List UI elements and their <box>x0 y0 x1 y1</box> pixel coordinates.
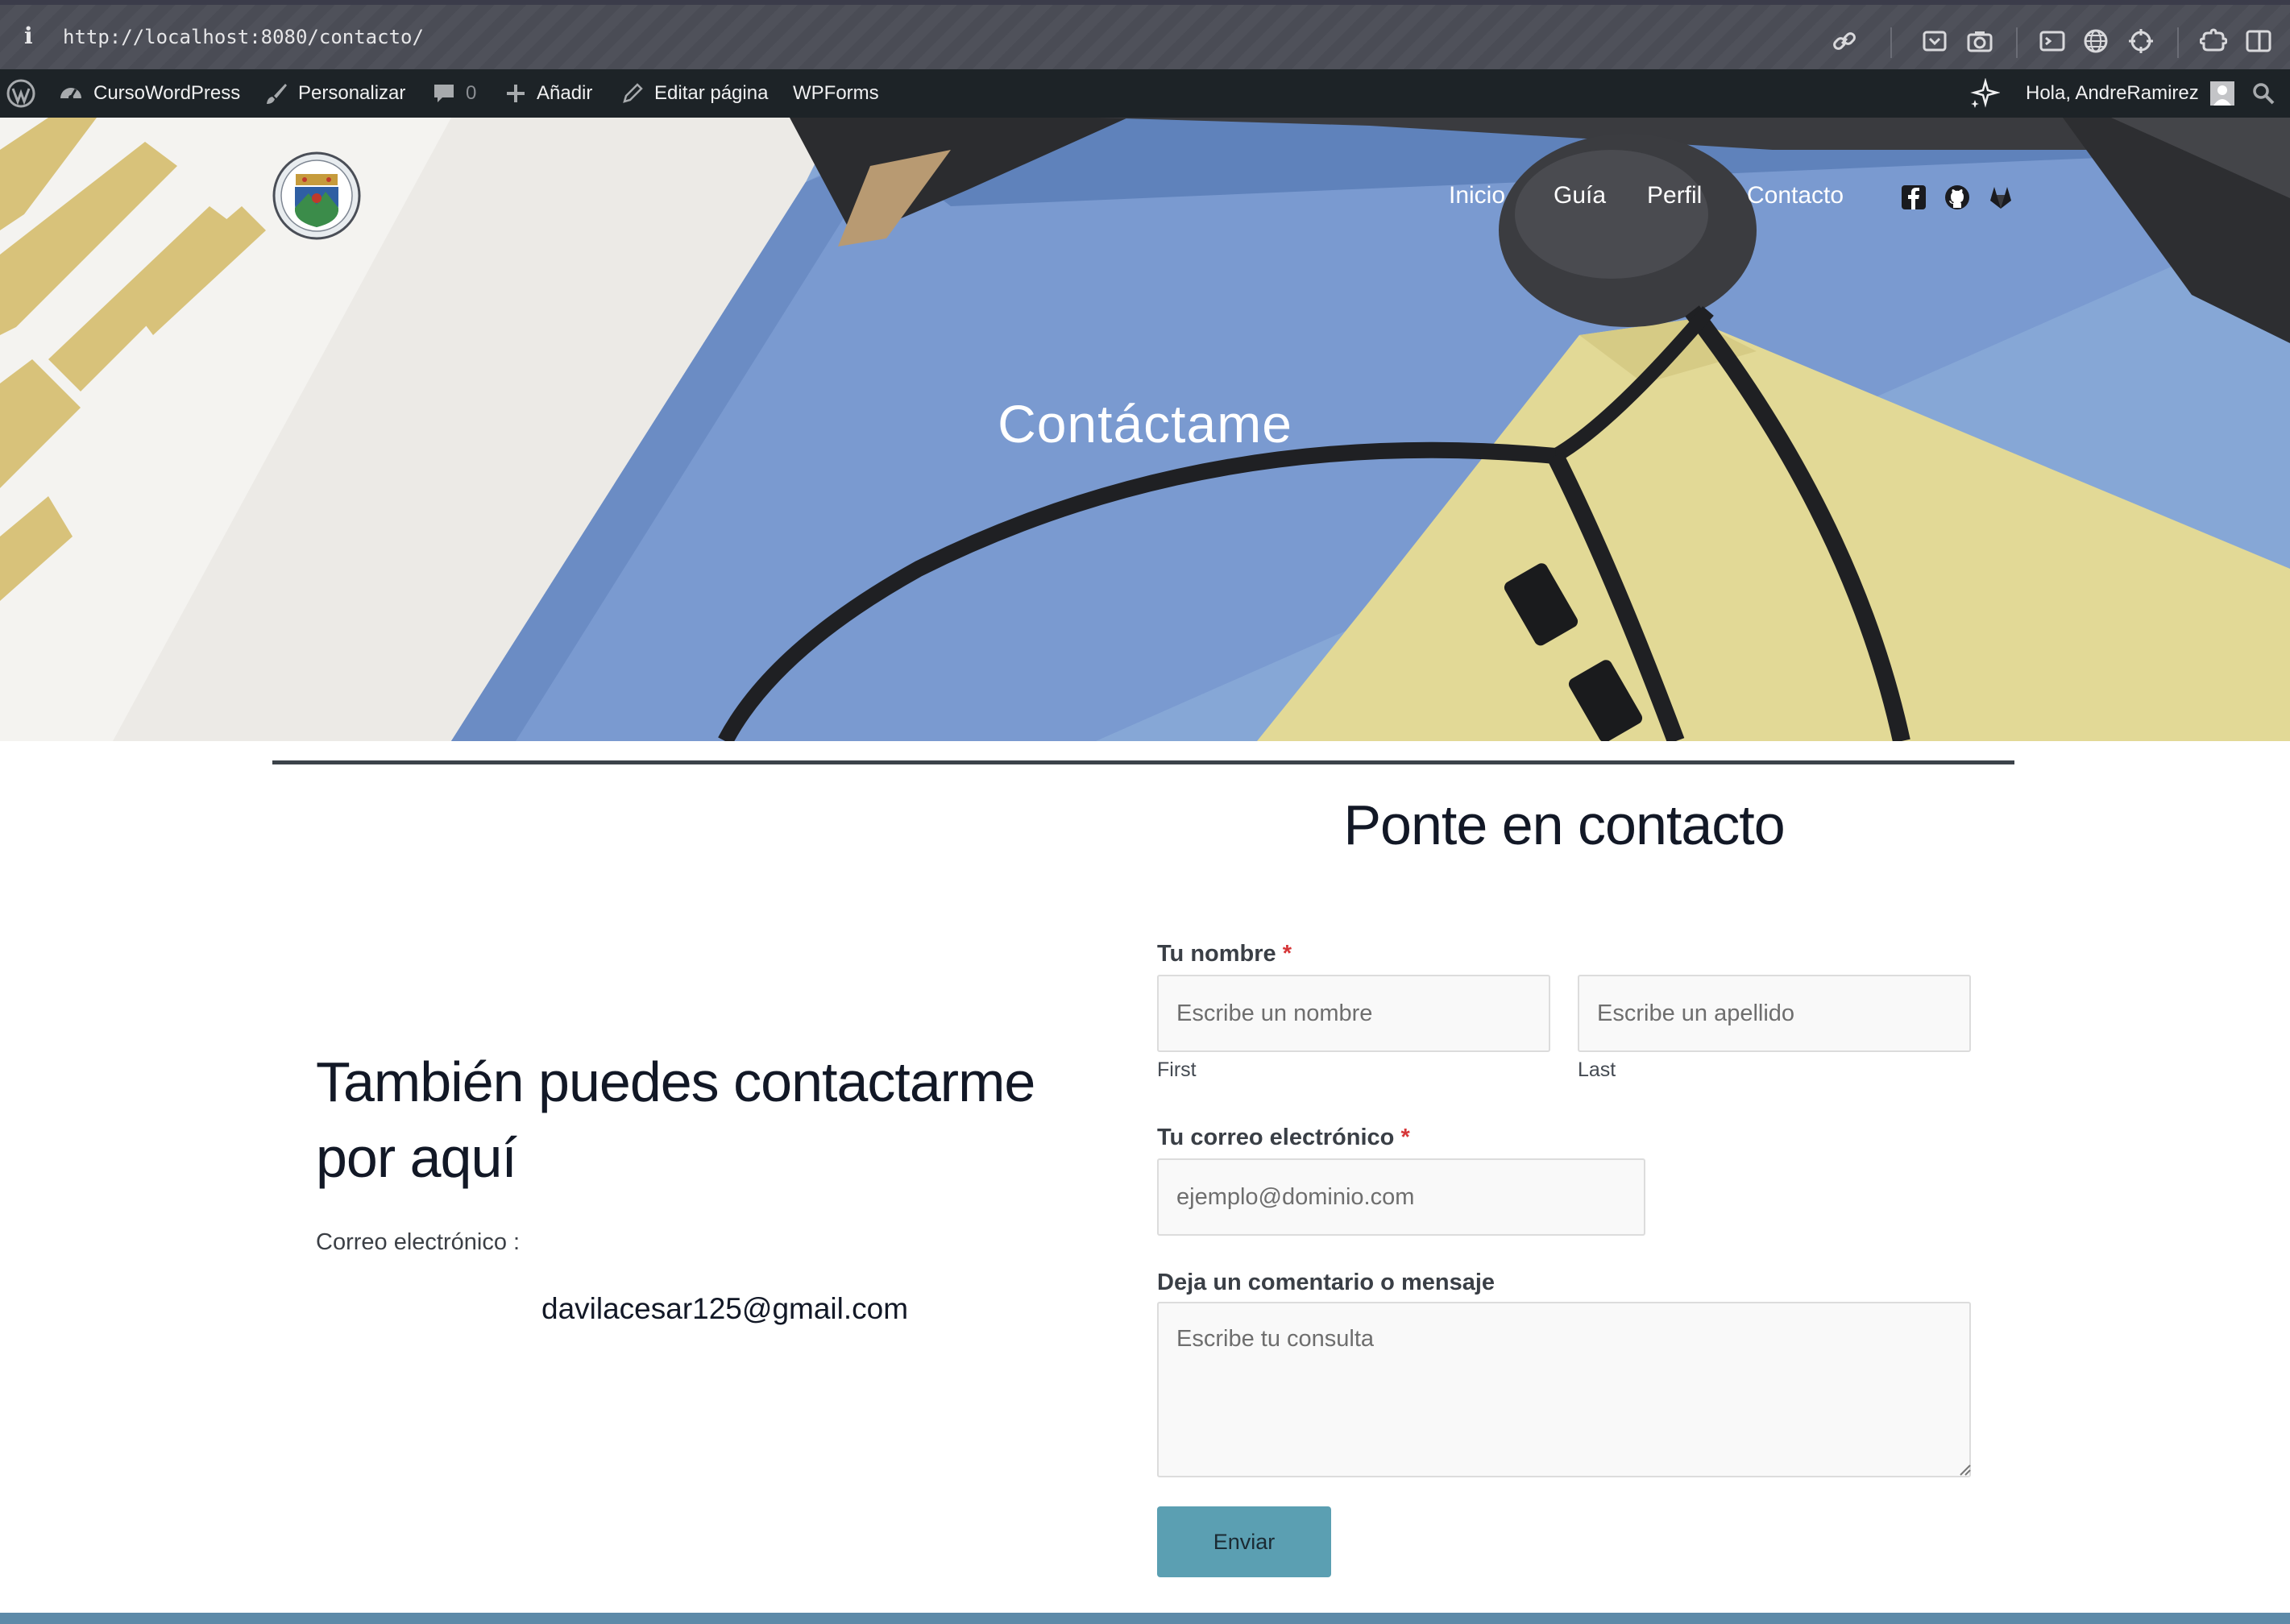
first-name-sublabel: First <box>1157 1058 1197 1081</box>
gitlab-icon[interactable] <box>1987 184 2014 211</box>
wp-admin-bar: CursoWordPress Personalizar 0 Añadir Edi… <box>0 69 2290 118</box>
submit-button[interactable]: Enviar <box>1157 1506 1331 1577</box>
wpforms-menu[interactable]: WPForms <box>793 69 879 118</box>
new-content-label: Añadir <box>537 82 593 104</box>
browser-url-bar: i http://localhost:8080/contacto/ <box>0 0 2290 69</box>
edit-page-label: Editar página <box>654 82 769 104</box>
site-info-icon[interactable]: i <box>24 23 33 49</box>
footer-bar <box>0 1613 2290 1624</box>
page-hero: Inicio Guía Perfil Contacto Contáctame <box>0 118 2290 741</box>
account-greeting: Hola, AndreRamirez <box>2026 82 2199 104</box>
contact-info-heading: También puedes contactarme por aquí <box>316 1050 1035 1189</box>
plus-icon <box>507 85 525 102</box>
facebook-icon[interactable] <box>1900 184 1927 211</box>
email-field-label: Tu correo electrónico * <box>1157 1125 1410 1151</box>
site-name-label: CursoWordPress <box>93 82 241 104</box>
last-name-sublabel: Last <box>1578 1058 1616 1081</box>
section-divider <box>272 760 2014 764</box>
search-icon <box>2253 83 2275 105</box>
toolbar-separator <box>2016 27 2018 58</box>
nav-item-contacto[interactable]: Contacto <box>1747 182 1844 209</box>
toolbar-separator <box>1890 27 1892 58</box>
sidebar-toggle-icon[interactable] <box>2245 27 2272 55</box>
comments-count: 0 <box>466 82 477 104</box>
dashboard-icon <box>60 88 81 100</box>
pencil-icon <box>623 83 643 103</box>
crosshair-icon[interactable] <box>2127 27 2155 55</box>
last-name-input[interactable] <box>1578 975 1971 1052</box>
new-content-menu[interactable]: Añadir <box>504 69 592 118</box>
ai-assistant-button[interactable] <box>1969 69 2000 118</box>
site-logo[interactable] <box>272 151 361 240</box>
message-textarea[interactable] <box>1157 1302 1971 1477</box>
admin-search-button[interactable] <box>2251 69 2275 118</box>
nav-item-inicio[interactable]: Inicio <box>1449 182 1505 209</box>
camera-icon[interactable] <box>1966 27 1993 55</box>
comments-menu[interactable]: 0 <box>432 69 476 118</box>
name-label-text: Tu nombre <box>1157 941 1276 967</box>
wpforms-label: WPForms <box>793 82 879 104</box>
message-field-label: Deja un comentario o mensaje <box>1157 1270 1496 1295</box>
email-input[interactable] <box>1157 1158 1645 1236</box>
customize-label: Personalizar <box>298 82 406 104</box>
first-name-input[interactable] <box>1157 975 1550 1052</box>
site-name-menu[interactable]: CursoWordPress <box>58 69 240 118</box>
wordpress-logo-menu[interactable] <box>6 69 35 118</box>
extensions-icon[interactable] <box>2200 27 2227 55</box>
globe-icon[interactable] <box>2082 27 2110 55</box>
my-account-menu[interactable]: Hola, AndreRamirez <box>2026 69 2234 118</box>
nav-item-guia[interactable]: Guía <box>1554 182 1606 209</box>
brush-icon <box>267 84 287 104</box>
edit-page-menu[interactable]: Editar página <box>620 69 768 118</box>
page-title: Contáctame <box>998 394 1292 454</box>
screenshot-area-icon[interactable] <box>1921 27 1948 55</box>
comment-bubble-icon <box>434 85 454 102</box>
url-field[interactable]: http://localhost:8080/contacto/ <box>63 26 424 48</box>
contact-email-label: Correo electrónico : <box>316 1229 521 1255</box>
resize-handle-icon[interactable] <box>1956 1461 1971 1476</box>
github-icon[interactable] <box>1944 184 1971 211</box>
customize-menu[interactable]: Personalizar <box>264 69 405 118</box>
avatar <box>2209 81 2234 106</box>
toolbar-separator <box>2177 27 2179 58</box>
nav-item-perfil[interactable]: Perfil <box>1647 182 1702 209</box>
required-marker: * <box>1282 941 1292 967</box>
form-title: Ponte en contacto <box>1343 793 1785 856</box>
wordpress-icon <box>6 79 35 108</box>
sparkle-icon <box>1970 78 2000 108</box>
terminal-icon[interactable] <box>2039 27 2066 55</box>
required-marker: * <box>1400 1125 1410 1150</box>
contact-email-value: davilacesar125@gmail.com <box>541 1292 909 1325</box>
email-label-text: Tu correo electrónico <box>1157 1125 1395 1150</box>
name-field-label: Tu nombre * <box>1157 941 1292 967</box>
link-icon[interactable] <box>1831 27 1858 55</box>
